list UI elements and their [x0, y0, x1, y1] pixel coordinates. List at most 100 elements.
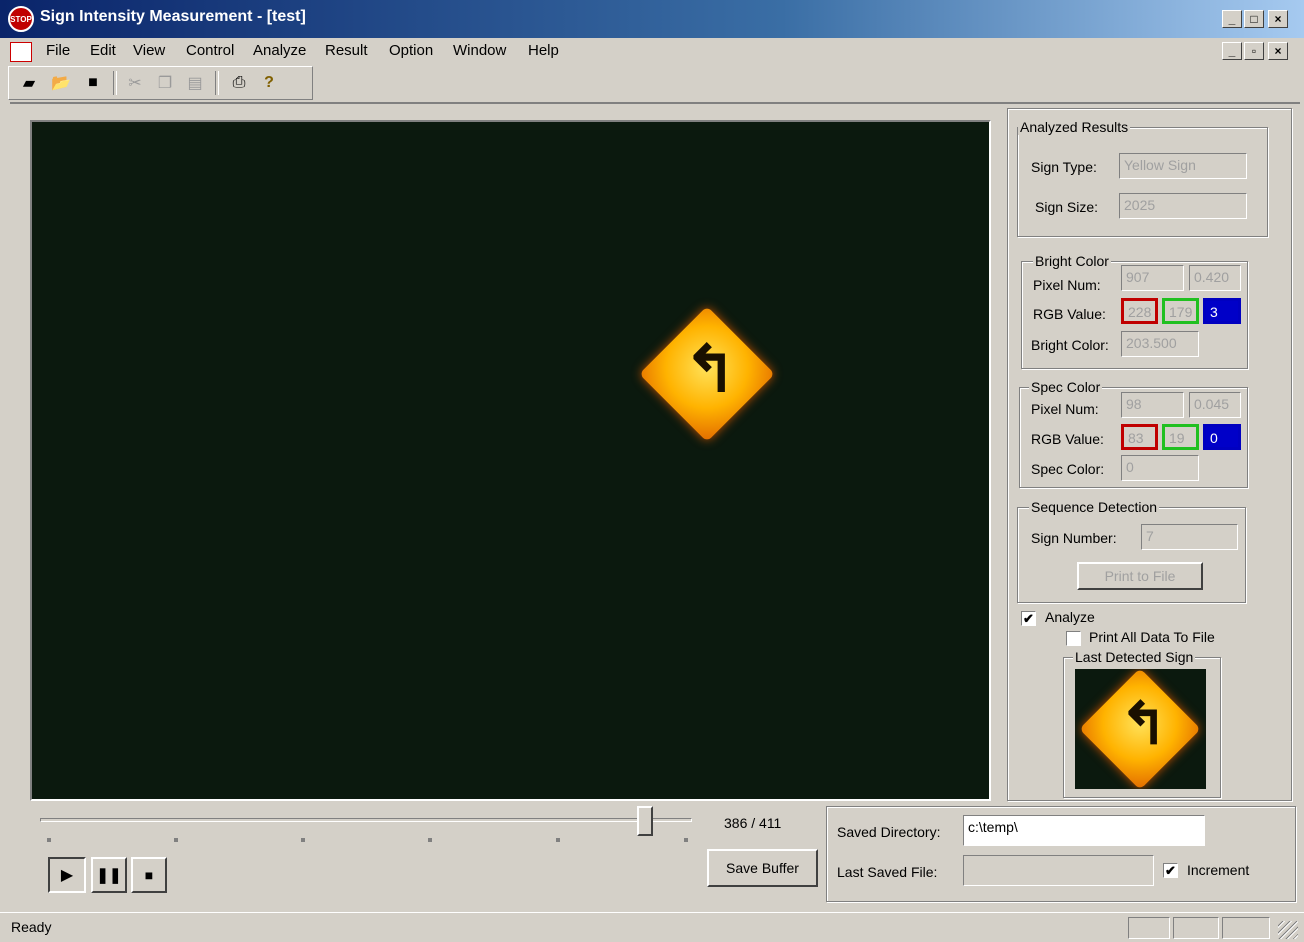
copy-icon[interactable]: ❐ — [153, 71, 177, 95]
bright-pixel-num-field: 907 — [1121, 265, 1184, 291]
status-panel — [1222, 917, 1270, 939]
last-saved-file-label: Last Saved File: — [837, 864, 938, 880]
curve-arrow-icon: ↰ — [1119, 691, 1169, 757]
paste-icon[interactable]: ▤ — [183, 71, 207, 95]
menu-analyze[interactable]: Analyze — [253, 42, 306, 59]
sign-number-label: Sign Number: — [1031, 530, 1117, 546]
menu-help[interactable]: Help — [528, 42, 559, 59]
title-bar[interactable]: STOP Sign Intensity Measurement - [test]… — [0, 0, 1304, 38]
frame-counter: 386 / 411 — [724, 815, 782, 831]
bright-pixel-ratio-field: 0.420 — [1189, 265, 1241, 291]
print-to-file-button[interactable]: Print to File — [1077, 562, 1203, 590]
bright-color-label: Bright Color: — [1031, 337, 1109, 353]
cut-icon[interactable]: ✂ — [123, 71, 147, 95]
spec-b-field: 0 — [1203, 424, 1241, 450]
toolbar: ▰ 📂 ■ ✂ ❐ ▤ ⎙ ? — [8, 66, 313, 100]
print-icon[interactable]: ⎙ — [227, 71, 251, 95]
document-icon[interactable] — [10, 42, 32, 62]
stop-button[interactable]: ■ — [131, 857, 167, 893]
curve-arrow-icon: ↰ — [683, 332, 738, 405]
spec-r-field: 83 — [1121, 424, 1158, 450]
analyze-checkbox-label[interactable]: Analyze — [1045, 609, 1095, 625]
save-icon[interactable]: ■ — [81, 71, 105, 95]
print-all-data-checkbox[interactable] — [1066, 631, 1081, 646]
bright-pixel-num-label: Pixel Num: — [1033, 277, 1101, 293]
bright-color-field: 203.500 — [1121, 331, 1199, 357]
menu-window[interactable]: Window — [453, 42, 506, 59]
last-saved-file-field — [963, 855, 1154, 886]
status-text: Ready — [11, 919, 52, 935]
increment-label[interactable]: Increment — [1187, 862, 1249, 878]
help-icon[interactable]: ? — [257, 71, 281, 95]
sign-size-label: Sign Size: — [1035, 199, 1099, 215]
bright-r-field: 228 — [1121, 298, 1158, 324]
stop-icon: ■ — [144, 867, 154, 883]
frame-slider-track[interactable] — [40, 818, 692, 822]
last-sign-image: ↰ — [1079, 669, 1201, 789]
status-panel — [1173, 917, 1219, 939]
spec-rgb-label: RGB Value: — [1031, 431, 1104, 447]
menu-control[interactable]: Control — [186, 42, 234, 59]
mdi-minimize-button[interactable]: _ — [1222, 42, 1242, 60]
open-folder-icon[interactable]: 📂 — [49, 71, 73, 95]
bright-rgb-label: RGB Value: — [1033, 306, 1106, 322]
sign-type-field: Yellow Sign — [1119, 153, 1247, 179]
close-button[interactable]: × — [1268, 10, 1288, 28]
spec-g-field: 19 — [1162, 424, 1199, 450]
menu-edit[interactable]: Edit — [90, 42, 116, 59]
menu-view[interactable]: View — [133, 42, 165, 59]
spec-pixel-ratio-field: 0.045 — [1189, 392, 1241, 418]
saved-directory-label: Saved Directory: — [837, 824, 941, 840]
sequence-detection-label: Sequence Detection — [1029, 499, 1160, 515]
save-buffer-button[interactable]: Save Buffer — [707, 849, 818, 887]
window-title: Sign Intensity Measurement - [test] — [40, 8, 306, 25]
last-detected-sign-thumbnail: ↰ — [1075, 669, 1206, 789]
slider-tick — [556, 838, 560, 842]
print-all-data-label[interactable]: Print All Data To File — [1089, 629, 1215, 645]
bright-g-field: 179 — [1162, 298, 1199, 324]
menu-option[interactable]: Option — [389, 42, 433, 59]
pause-icon: ❚❚ — [96, 867, 122, 884]
slider-tick — [174, 838, 178, 842]
resize-grip[interactable] — [1278, 921, 1298, 939]
bright-b-field: 3 — [1203, 298, 1241, 324]
road-sign-image: ↰ — [639, 306, 775, 442]
toolbar-separator — [215, 71, 219, 95]
sign-number-field: 7 — [1141, 524, 1238, 550]
play-button[interactable]: ▶ — [48, 857, 86, 893]
status-bar: Ready — [0, 912, 1304, 942]
camera-icon[interactable]: ▰ — [17, 71, 41, 95]
slider-tick — [684, 838, 688, 842]
saved-directory-input[interactable]: c:\temp\ — [963, 815, 1205, 846]
slider-tick — [428, 838, 432, 842]
menu-result[interactable]: Result — [325, 42, 368, 59]
sign-type-label: Sign Type: — [1031, 159, 1097, 175]
minimize-button[interactable]: _ — [1222, 10, 1242, 28]
toolbar-separator — [113, 71, 117, 95]
menu-bar: File Edit View Control Analyze Result Op… — [0, 38, 1304, 64]
pause-button[interactable]: ❚❚ — [91, 857, 127, 893]
video-frame[interactable]: ↰ — [30, 120, 991, 801]
spec-pixel-num-label: Pixel Num: — [1031, 401, 1099, 417]
analyzed-results-label: Analyzed Results — [1018, 119, 1131, 135]
mdi-close-button[interactable]: × — [1268, 42, 1288, 60]
app-icon[interactable]: STOP — [8, 6, 34, 32]
spec-color-label: Spec Color: — [1031, 461, 1105, 477]
analyze-checkbox[interactable]: ✔ — [1021, 611, 1036, 626]
slider-tick — [301, 838, 305, 842]
spec-pixel-num-field: 98 — [1121, 392, 1184, 418]
mdi-restore-button[interactable]: ▫ — [1244, 42, 1264, 60]
increment-checkbox[interactable]: ✔ — [1163, 863, 1178, 878]
status-panel — [1128, 917, 1170, 939]
maximize-button[interactable]: □ — [1244, 10, 1264, 28]
slider-tick — [47, 838, 51, 842]
frame-slider-thumb[interactable] — [637, 806, 654, 836]
menu-file[interactable]: File — [46, 42, 70, 59]
spec-color-field: 0 — [1121, 455, 1199, 481]
analyzed-results-group — [1017, 127, 1268, 237]
play-icon: ▶ — [60, 867, 74, 884]
sign-size-field: 2025 — [1119, 193, 1247, 219]
bright-color-group-label: Bright Color — [1033, 253, 1111, 269]
last-detected-sign-label: Last Detected Sign — [1073, 649, 1196, 665]
spec-color-group-label: Spec Color — [1029, 379, 1103, 395]
